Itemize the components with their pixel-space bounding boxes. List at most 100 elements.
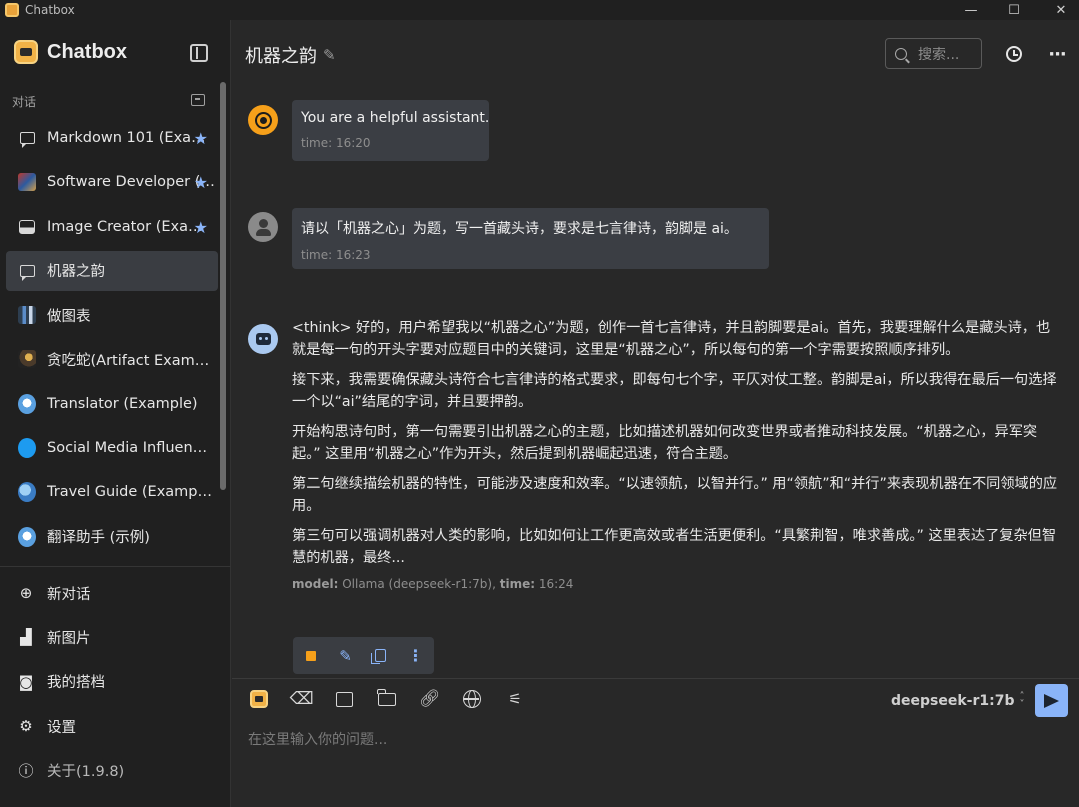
- star-icon[interactable]: ★: [194, 129, 208, 148]
- more-options-button[interactable]: ···: [1045, 42, 1069, 66]
- folder-icon: [377, 688, 397, 706]
- sliders-icon: ⚟: [508, 690, 522, 708]
- conversation-label: 翻译助手 (示例): [47, 530, 150, 547]
- assistant-paragraph: 接下来，我需要确保藏头诗符合七言律诗的格式要求，即每句七个字，平仄对仗工整。韵脚…: [292, 372, 1057, 410]
- minimize-button[interactable]: —: [956, 0, 986, 20]
- conversation-label: 机器之韵: [47, 264, 105, 281]
- close-button[interactable]: ✕: [1046, 0, 1076, 20]
- user-message-meta: time: 16:23: [301, 248, 371, 262]
- conversation-label: 贪吃蛇(Artifact Example): [47, 352, 215, 369]
- message-input[interactable]: [248, 725, 1063, 755]
- app-logo-icon: [5, 3, 19, 17]
- my-copilots-button[interactable]: ◙ 我的搭档: [18, 660, 218, 704]
- conversation-item-social-media[interactable]: Social Media Influencer (Example): [6, 428, 218, 468]
- conversation-item-markdown-101[interactable]: Markdown 101 (Example) ★: [6, 118, 218, 158]
- conversation-title[interactable]: 机器之韵 ✎: [245, 42, 336, 68]
- send-button[interactable]: [1035, 684, 1068, 717]
- sidebar-menu: ⊕ 新对话 ▟ 新图片 ◙ 我的搭档 ⚙ 设置 ⓘ 关于(1.9.8): [18, 571, 218, 792]
- assistant-paragraph: 开始构思诗句时，第一句需要引出机器之心的主题，比如描述机器如何改变世界或者推动科…: [292, 424, 1038, 462]
- message-list: You are a helpful assistant. time: 16:20…: [232, 84, 1079, 678]
- clear-context-button[interactable]: ⌫: [289, 688, 314, 710]
- system-message[interactable]: You are a helpful assistant. time: 16:20: [292, 100, 489, 161]
- chart-avatar-icon: [18, 306, 36, 325]
- meta-time-label: time:: [499, 577, 536, 591]
- conversations-section-label: 对话: [12, 95, 37, 109]
- translator-avatar-icon: [18, 393, 36, 414]
- chevron-updown-icon: ˄ ˅: [1019, 691, 1025, 710]
- menu-label: 关于(1.9.8): [47, 763, 125, 780]
- conversation-label: Markdown 101 (Example): [47, 130, 215, 146]
- about-button[interactable]: ⓘ 关于(1.9.8): [18, 748, 218, 792]
- input-area: ⌫ 🔗︎ ⚟ deepseek-r1:7b ˄ ˅: [232, 678, 1079, 807]
- attach-link-button[interactable]: 🔗︎: [419, 688, 441, 710]
- web-browsing-button[interactable]: [461, 688, 483, 710]
- conversation-label: Translator (Example): [47, 395, 198, 412]
- assistant-message[interactable]: <think> 好的，用户希望我以“机器之心”为题，创作一首七言律诗，并且韵脚要…: [292, 317, 1062, 591]
- plus-circle-icon: ⊕: [19, 584, 33, 603]
- star-icon[interactable]: ★: [194, 218, 208, 237]
- model-selector[interactable]: deepseek-r1:7b ˄ ˅: [891, 691, 1025, 710]
- edit-message-button[interactable]: ✎: [328, 637, 363, 674]
- stop-icon: [305, 650, 316, 661]
- conversation-item-translator[interactable]: Translator (Example): [6, 384, 218, 424]
- history-button[interactable]: [1002, 42, 1026, 66]
- meta-time-value: 16:24: [538, 577, 574, 591]
- robot-icon: ◙: [18, 672, 34, 691]
- gear-icon: ⚙: [19, 717, 33, 736]
- meta-model-label: model:: [292, 577, 339, 591]
- conversation-item-travel-guide[interactable]: Travel Guide (Example): [6, 472, 218, 512]
- translator-avatar-icon: [18, 526, 36, 547]
- window-title-bar: Chatbox — ☐ ✕: [0, 0, 1079, 20]
- chat-bubble-icon: [18, 262, 36, 281]
- menu-label: 新图片: [47, 630, 91, 647]
- archive-icon[interactable]: [191, 94, 205, 106]
- sidebar-scrollbar[interactable]: [220, 82, 226, 490]
- chat-settings-button[interactable]: ⚟: [504, 688, 526, 710]
- menu-label: 我的搭档: [47, 675, 105, 692]
- globe-icon: [463, 690, 482, 708]
- conversation-item-make-chart[interactable]: 做图表: [6, 295, 218, 335]
- conversation-item-translation-assistant[interactable]: 翻译助手 (示例): [6, 517, 218, 557]
- user-message-text: 请以「机器之心」为题，写一首藏头诗，要求是七言律诗，韵脚是 ai。: [301, 221, 738, 237]
- search-button[interactable]: 搜索...: [885, 38, 982, 69]
- developer-avatar-icon: [18, 173, 36, 192]
- stop-generating-button[interactable]: [293, 637, 328, 674]
- travel-avatar-icon: [18, 482, 36, 503]
- attach-image-button[interactable]: [333, 688, 355, 710]
- link-icon: 🔗︎: [418, 689, 441, 709]
- copy-message-button[interactable]: [363, 637, 398, 674]
- brand: Chatbox: [14, 40, 127, 64]
- user-message[interactable]: 请以「机器之心」为题，写一首藏头诗，要求是七言律诗，韵脚是 ai。 time: …: [292, 208, 769, 269]
- copilot-button[interactable]: [248, 688, 270, 710]
- info-icon: ⓘ: [18, 761, 34, 780]
- settings-button[interactable]: ⚙ 设置: [18, 704, 218, 748]
- sidebar-divider: [0, 566, 231, 567]
- model-name: deepseek-r1:7b: [891, 693, 1015, 709]
- maximize-button[interactable]: ☐: [999, 0, 1029, 20]
- chatbox-logo-icon: [14, 40, 38, 64]
- more-horizontal-icon: ···: [1048, 43, 1066, 65]
- edit-title-icon[interactable]: ✎: [323, 46, 336, 64]
- twitter-avatar-icon: [18, 438, 36, 459]
- image-creator-avatar-icon: [18, 218, 36, 236]
- conversation-label: Social Media Influencer (Example): [47, 440, 215, 457]
- conversation-title-text: 机器之韵: [245, 46, 317, 67]
- conversation-item-software-developer[interactable]: Software Developer (Example) ★: [6, 162, 218, 202]
- conversation-label: Image Creator (Example): [47, 218, 215, 235]
- image-icon: ▟: [20, 628, 32, 647]
- assistant-paragraph: 第三句可以强调机器对人类的影响，比如如何让工作更高效或者生活更便利。“具繁荆智，…: [292, 528, 1057, 566]
- attach-file-button[interactable]: [376, 688, 398, 710]
- conversation-item-machine-rhyme[interactable]: 机器之韵: [6, 250, 218, 291]
- conversation-item-image-creator[interactable]: Image Creator (Example) ★: [6, 207, 218, 247]
- eraser-icon: ⌫: [289, 689, 314, 709]
- snake-avatar-icon: [18, 350, 36, 369]
- chat-bubble-icon: [18, 129, 36, 148]
- send-icon: [1044, 693, 1059, 708]
- collapse-sidebar-button[interactable]: [190, 44, 208, 62]
- new-image-button[interactable]: ▟ 新图片: [18, 615, 218, 659]
- new-chat-button[interactable]: ⊕ 新对话: [18, 571, 218, 615]
- message-more-button[interactable]: ⋮: [398, 637, 433, 674]
- star-icon[interactable]: ★: [194, 173, 208, 192]
- system-avatar-icon: [248, 105, 278, 135]
- conversation-item-snake[interactable]: 贪吃蛇(Artifact Example): [6, 339, 218, 379]
